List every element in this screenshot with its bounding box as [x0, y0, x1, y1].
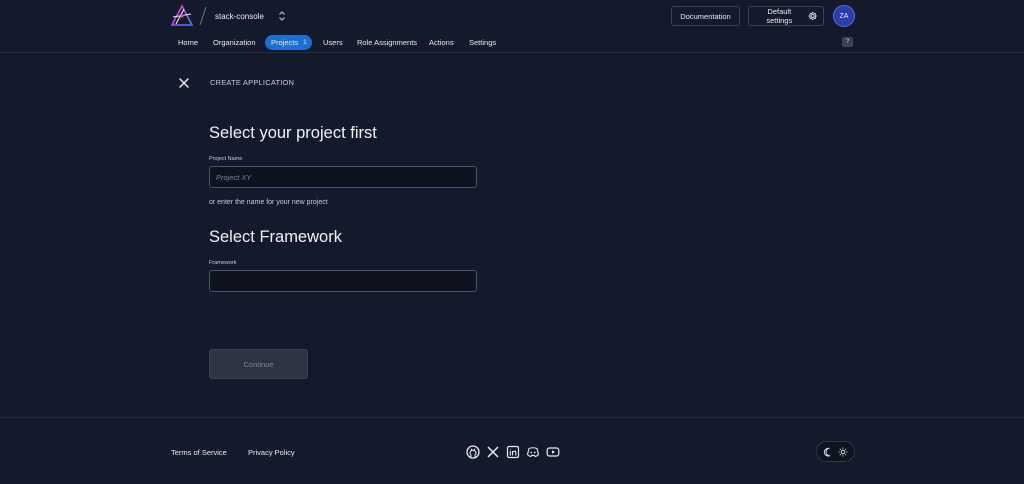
theme-toggle[interactable] — [816, 441, 855, 462]
projects-count-badge: 1 — [303, 39, 307, 46]
documentation-label: Documentation — [680, 11, 731, 21]
user-avatar[interactable]: ZA — [833, 5, 855, 27]
nav-item-label: Organization — [213, 38, 256, 47]
documentation-button[interactable]: Documentation — [671, 6, 740, 26]
privacy-policy-link[interactable]: Privacy Policy — [248, 448, 295, 457]
default-settings-label: Default settings — [766, 7, 793, 25]
default-settings-button[interactable]: Default settings — [748, 6, 824, 26]
help-label: ? — [845, 39, 850, 45]
nav-item-label: Settings — [469, 38, 497, 47]
x-icon[interactable] — [486, 445, 500, 459]
close-icon[interactable] — [178, 77, 190, 89]
nav-item-label: Actions — [429, 38, 454, 47]
nav-item-label: Role Assignments — [357, 38, 418, 47]
discord-icon[interactable] — [526, 445, 540, 459]
nav-item-label: Home — [178, 38, 199, 47]
help-button[interactable]: ? — [842, 37, 853, 47]
top-header: stack-console Documentation Default sett… — [0, 0, 1024, 53]
github-icon[interactable] — [466, 445, 480, 459]
nav-item-home[interactable]: Home — [178, 35, 198, 50]
footer: Terms of Service Privacy Policy — [0, 417, 1024, 484]
org-name: stack-console — [215, 11, 264, 21]
sun-icon[interactable] — [836, 445, 850, 459]
chevron-up-down-icon — [279, 11, 285, 21]
terms-of-service-link[interactable]: Terms of Service — [171, 448, 227, 457]
nav-item-organization[interactable]: Organization — [213, 35, 256, 50]
nav-item-settings[interactable]: Settings — [469, 35, 496, 50]
framework-label: Framework — [209, 260, 237, 266]
page-label: CREATE APPLICATION — [210, 78, 295, 87]
project-name-label: Project Name — [209, 156, 243, 162]
linkedin-icon[interactable] — [506, 445, 520, 459]
nav-item-projects[interactable]: Projects 1 — [265, 35, 312, 50]
project-name-input[interactable] — [209, 166, 477, 188]
logo-icon[interactable] — [170, 5, 194, 27]
framework-section-title: Select Framework — [209, 228, 342, 246]
project-hint: or enter the name for your new project — [209, 199, 328, 206]
moon-icon[interactable] — [821, 445, 835, 459]
nav-item-actions[interactable]: Actions — [429, 35, 454, 50]
main-nav: Home Organization Projects 1 Users Role … — [0, 35, 1024, 51]
project-section-title: Select your project first — [209, 124, 377, 142]
breadcrumb-separator-icon — [199, 6, 207, 26]
nav-item-label: Projects — [271, 38, 299, 47]
continue-label: Continue — [243, 359, 274, 369]
gear-icon — [808, 11, 817, 21]
nav-item-label: Users — [323, 38, 343, 47]
framework-input[interactable] — [209, 270, 477, 292]
org-switcher[interactable]: stack-console — [215, 9, 286, 23]
continue-button[interactable]: Continue — [209, 349, 308, 379]
youtube-icon[interactable] — [546, 445, 560, 459]
nav-item-users[interactable]: Users — [323, 35, 343, 50]
avatar-initials: ZA — [839, 12, 849, 20]
nav-item-role-assignments[interactable]: Role Assignments — [357, 35, 417, 50]
